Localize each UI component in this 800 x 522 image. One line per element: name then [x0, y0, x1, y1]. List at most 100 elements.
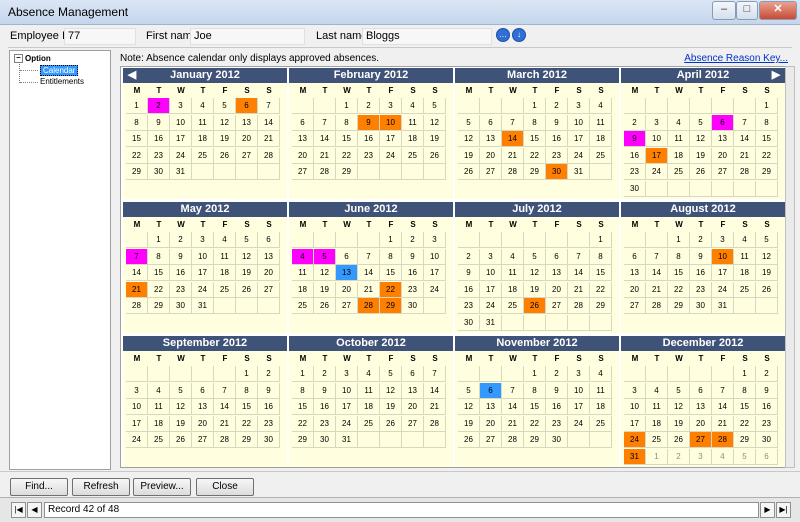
day-cell[interactable]: 10 [646, 131, 668, 147]
last-name-field[interactable]: Bloggs [362, 28, 492, 45]
preview-button[interactable]: Preview... [133, 478, 191, 496]
day-cell[interactable]: 20 [624, 281, 646, 298]
day-cell[interactable]: 15 [734, 399, 756, 415]
day-cell[interactable]: 12 [458, 399, 480, 415]
day-cell[interactable]: 1 [236, 366, 258, 382]
day-cell[interactable] [734, 298, 756, 314]
day-cell[interactable]: 13 [690, 399, 712, 415]
day-cell[interactable]: 19 [524, 281, 546, 298]
day-cell[interactable]: 31 [480, 314, 502, 331]
day-cell[interactable]: 22 [336, 147, 358, 164]
day-cell[interactable]: 8 [148, 248, 170, 265]
day-cell[interactable]: 1 [380, 232, 402, 248]
day-cell[interactable]: 15 [668, 265, 690, 281]
day-cell[interactable]: 15 [524, 399, 546, 415]
day-cell[interactable]: 25 [358, 415, 380, 432]
day-cell[interactable] [546, 314, 568, 331]
prev-record-icon[interactable]: ◀ [27, 502, 42, 518]
day-cell[interactable]: 31 [192, 298, 214, 314]
day-cell[interactable]: 4 [402, 98, 424, 114]
day-cell[interactable]: 18 [590, 399, 612, 415]
day-cell[interactable]: 3 [170, 98, 192, 114]
day-cell[interactable]: 8 [524, 114, 546, 131]
day-cell[interactable]: 4 [358, 366, 380, 382]
day-cell[interactable]: 7 [358, 248, 380, 265]
day-cell[interactable]: 18 [192, 131, 214, 147]
day-cell[interactable]: 21 [424, 399, 446, 415]
day-cell[interactable]: 14 [314, 131, 336, 147]
day-cell[interactable]: 26 [214, 147, 236, 164]
day-cell[interactable] [402, 432, 424, 448]
day-cell[interactable]: 26 [380, 415, 402, 432]
maximize-button[interactable]: □ [736, 1, 758, 20]
day-cell[interactable]: 11 [402, 114, 424, 131]
day-cell[interactable]: 31 [568, 164, 590, 180]
day-cell[interactable]: 24 [170, 147, 192, 164]
day-cell[interactable]: 2 [624, 114, 646, 131]
day-cell[interactable] [502, 314, 524, 331]
day-cell[interactable]: 28 [502, 432, 524, 448]
day-cell[interactable]: 6 [624, 248, 646, 265]
day-cell[interactable] [734, 180, 756, 197]
day-cell[interactable]: 2 [546, 366, 568, 382]
minimize-button[interactable]: – [712, 1, 736, 20]
day-cell[interactable]: 13 [192, 399, 214, 415]
day-cell[interactable]: 19 [170, 415, 192, 432]
day-cell[interactable]: 12 [668, 399, 690, 415]
day-cell[interactable]: 26 [170, 432, 192, 448]
day-cell[interactable] [458, 98, 480, 114]
day-cell[interactable]: 15 [292, 399, 314, 415]
day-cell[interactable] [624, 232, 646, 248]
day-cell[interactable] [192, 164, 214, 180]
day-cell[interactable]: 14 [502, 399, 524, 415]
day-cell[interactable]: 30 [314, 432, 336, 448]
day-cell[interactable]: 21 [502, 147, 524, 164]
day-cell[interactable]: 2 [690, 232, 712, 248]
day-cell[interactable] [568, 232, 590, 248]
day-cell[interactable]: 10 [568, 114, 590, 131]
day-cell[interactable]: 11 [590, 382, 612, 399]
day-cell[interactable]: 3 [380, 98, 402, 114]
day-cell[interactable]: 4 [734, 232, 756, 248]
day-cell[interactable]: 27 [192, 432, 214, 448]
absence-day-cell[interactable]: 28 [358, 298, 380, 314]
day-cell[interactable]: 23 [546, 415, 568, 432]
calendar-scrollbar[interactable] [785, 66, 795, 468]
day-cell[interactable]: 30 [148, 164, 170, 180]
day-cell[interactable]: 3 [192, 232, 214, 248]
day-cell[interactable]: 24 [480, 298, 502, 314]
day-cell[interactable]: 29 [590, 298, 612, 314]
day-cell[interactable]: 12 [170, 399, 192, 415]
day-cell[interactable] [236, 164, 258, 180]
day-cell[interactable]: 29 [126, 164, 148, 180]
day-cell[interactable]: 25 [734, 281, 756, 298]
absence-day-cell[interactable]: 22 [380, 281, 402, 298]
day-cell[interactable]: 9 [690, 248, 712, 265]
day-cell[interactable]: 2 [358, 98, 380, 114]
day-cell[interactable]: 15 [148, 265, 170, 281]
day-cell[interactable]: 14 [258, 114, 280, 131]
day-cell[interactable]: 29 [756, 164, 778, 180]
day-cell[interactable]: 7 [734, 114, 756, 131]
absence-day-cell[interactable]: 6 [480, 382, 502, 399]
prev-year-icon[interactable]: ◀ [125, 68, 139, 83]
day-cell[interactable] [424, 432, 446, 448]
day-cell[interactable]: 12 [236, 248, 258, 265]
day-cell[interactable]: 19 [690, 147, 712, 164]
day-cell[interactable]: 29 [524, 164, 546, 180]
day-cell[interactable] [336, 232, 358, 248]
day-cell[interactable]: 14 [126, 265, 148, 281]
day-cell[interactable]: 12 [314, 265, 336, 281]
day-cell[interactable] [756, 298, 778, 314]
day-cell[interactable]: 1 [646, 448, 668, 465]
day-cell[interactable]: 10 [126, 399, 148, 415]
day-cell[interactable]: 6 [756, 448, 778, 465]
day-cell[interactable]: 30 [402, 298, 424, 314]
day-cell[interactable]: 7 [214, 382, 236, 399]
day-cell[interactable] [590, 432, 612, 448]
day-cell[interactable]: 22 [756, 147, 778, 164]
day-cell[interactable]: 9 [546, 114, 568, 131]
day-cell[interactable]: 29 [734, 432, 756, 448]
day-cell[interactable]: 20 [690, 415, 712, 432]
day-cell[interactable] [424, 298, 446, 314]
